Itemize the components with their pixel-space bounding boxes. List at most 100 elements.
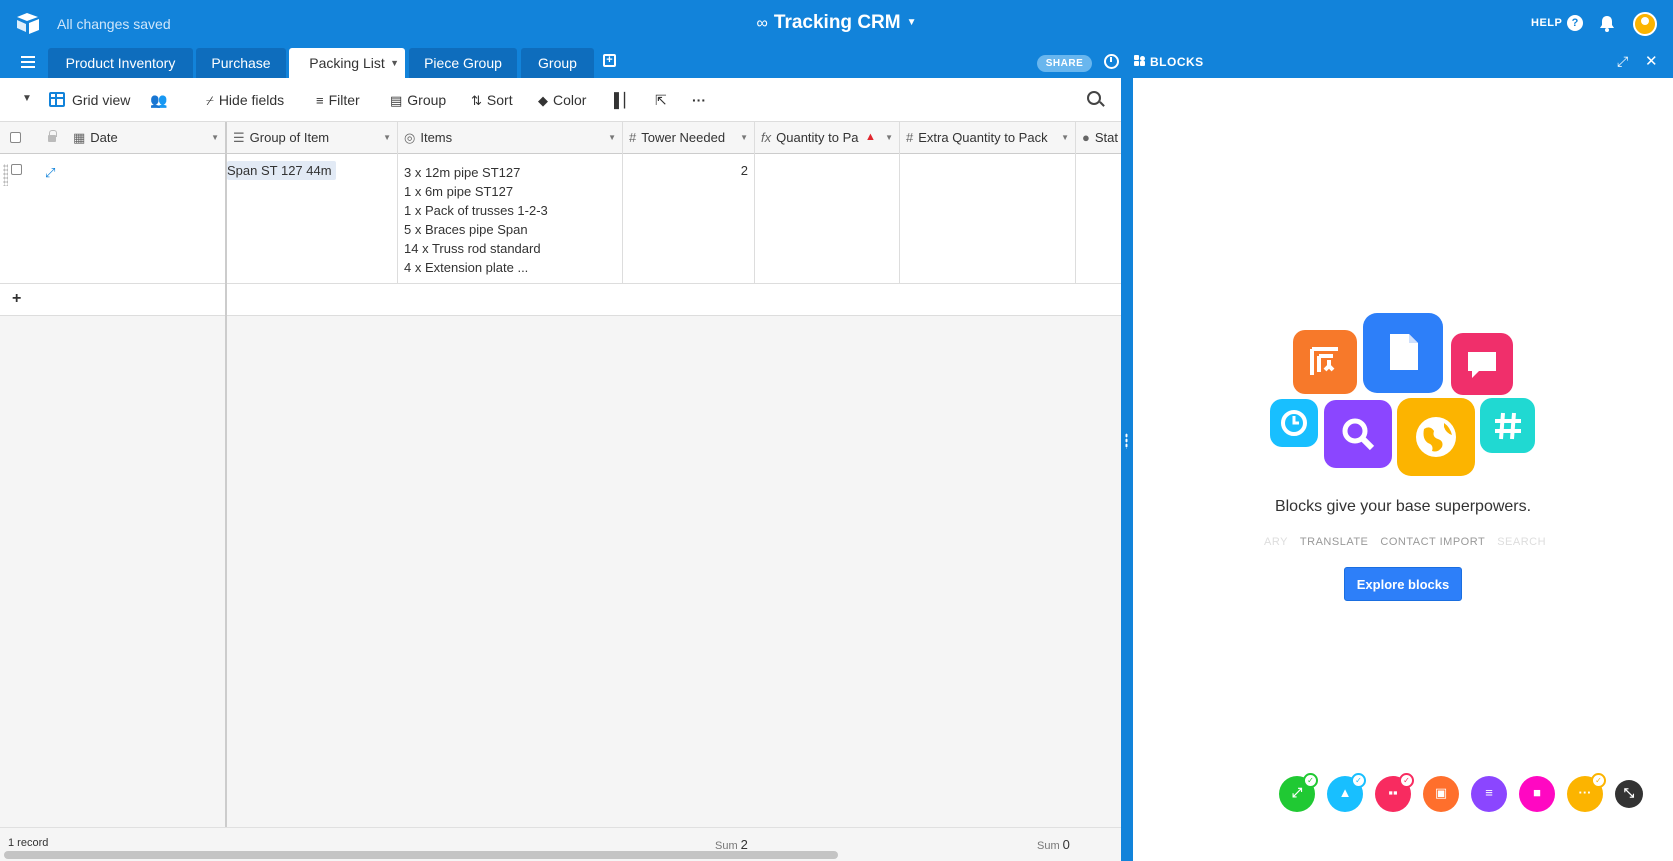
- avatar[interactable]: [1633, 12, 1657, 36]
- hide-fields-button[interactable]: ⌿ Hide fields: [206, 92, 284, 109]
- check-badge-icon: ✓: [1591, 773, 1606, 788]
- items-list: 3 x 12m pipe ST127 1 x 6m pipe ST127 1 x…: [404, 163, 548, 277]
- view-toolbar: ▼ Grid view 👥 ⌿ Hide fields ≡ Filter ▤ Grou…: [0, 78, 1121, 122]
- group-icon: ▤: [390, 93, 403, 108]
- chevron-down-icon[interactable]: ▼: [383, 122, 391, 153]
- add-record-row[interactable]: +: [0, 284, 1121, 316]
- select-all-checkbox[interactable]: [10, 132, 21, 143]
- column-header-extra-quantity[interactable]: # Extra Quantity to Pack ▼: [900, 122, 1076, 154]
- chevron-down-icon[interactable]: ▼: [740, 122, 748, 153]
- column-header-tower-needed[interactable]: # Tower Needed ▼: [623, 122, 755, 154]
- cell-status[interactable]: [1076, 154, 1121, 284]
- chat-icon: [1451, 333, 1513, 395]
- table-row[interactable]: ⤢ Span ST 127 44m 3 x 12m pipe ST127 1 x…: [0, 154, 1121, 284]
- help-button[interactable]: HELP: [1531, 17, 1562, 29]
- search-icon[interactable]: [1087, 91, 1101, 105]
- column-header-date[interactable]: ▦ Date ▼: [67, 122, 225, 154]
- chat-icon: ■: [1533, 785, 1541, 800]
- share-button[interactable]: SHARE: [1037, 55, 1092, 72]
- dock-magenta[interactable]: ■: [1519, 776, 1555, 812]
- collaborators-icon[interactable]: 👥: [150, 92, 167, 109]
- bell-icon[interactable]: [1599, 15, 1615, 32]
- group-button[interactable]: ▤ Group: [390, 92, 446, 109]
- help-icon[interactable]: ?: [1567, 15, 1583, 31]
- cell-date[interactable]: [67, 154, 225, 284]
- number-icon: #: [906, 130, 914, 145]
- expand-icon[interactable]: ⤢: [1617, 53, 1628, 70]
- tab-purchase[interactable]: Purchase: [196, 48, 286, 78]
- tab-product-inventory[interactable]: Product Inventory: [48, 48, 193, 78]
- dock-green[interactable]: ⤢ ✓: [1279, 773, 1318, 812]
- dock-orange[interactable]: ▣: [1423, 776, 1459, 812]
- airtable-logo-icon[interactable]: [16, 12, 40, 34]
- menu-icon[interactable]: [21, 56, 35, 68]
- cell-quantity-to-pack[interactable]: [755, 154, 900, 284]
- filter-button[interactable]: ≡ Filter: [316, 92, 360, 108]
- column-header-status[interactable]: ● Stat: [1076, 122, 1121, 154]
- cell-extra-quantity[interactable]: [900, 154, 1076, 284]
- chevron-down-icon: ▼: [906, 17, 917, 29]
- blocks-toggle[interactable]: BLOCKS: [1134, 55, 1204, 69]
- view-switcher[interactable]: Grid view: [49, 92, 130, 108]
- chevron-down-icon[interactable]: ▼: [390, 48, 399, 78]
- cell-items[interactable]: 3 x 12m pipe ST127 1 x 6m pipe ST127 1 x…: [398, 154, 623, 284]
- blocks-panel: Blocks give your base superpowers. ARY TR…: [1133, 78, 1673, 861]
- column-header-group-of-item[interactable]: ☰ Group of Item ▼: [227, 122, 398, 154]
- tab-group[interactable]: Group: [521, 48, 594, 78]
- history-icon[interactable]: [1104, 54, 1119, 69]
- expand-record-icon[interactable]: ⤢: [45, 165, 55, 181]
- explore-blocks-button[interactable]: Explore blocks: [1344, 567, 1462, 601]
- chevron-down-icon[interactable]: ▼: [1061, 122, 1069, 153]
- top-header: All changes saved ∞ Tracking CRM ▼ HELP ?: [0, 0, 1673, 47]
- sort-button[interactable]: ⇅ Sort: [471, 92, 513, 109]
- cell-tower-needed[interactable]: 2: [623, 154, 755, 284]
- globe-icon: [1397, 398, 1475, 476]
- dock-cyan[interactable]: ▲ ✓: [1327, 773, 1366, 812]
- linked-record-chip[interactable]: Span ST 127 44m: [227, 161, 336, 180]
- cell-group-of-item[interactable]: Span ST 127 44m: [227, 154, 398, 284]
- chevron-down-icon[interactable]: ▼: [885, 122, 893, 153]
- drag-handle[interactable]: [3, 164, 8, 186]
- tower-needed-value: 2: [740, 163, 748, 178]
- list-item: 4 x Extension plate ...: [404, 260, 529, 275]
- panel-resize-handle[interactable]: [1121, 78, 1133, 861]
- list-item: 1 x Pack of trusses 1-2-3: [404, 203, 548, 218]
- lookup-icon: ◎: [404, 130, 416, 145]
- group-label: Group: [407, 92, 447, 108]
- row-checkbox[interactable]: [11, 164, 22, 175]
- dock-pink[interactable]: ▪▪ ✓: [1375, 773, 1414, 812]
- add-table-icon[interactable]: +: [603, 54, 616, 67]
- horizontal-scrollbar[interactable]: [4, 851, 838, 859]
- hide-fields-label: Hide fields: [218, 92, 285, 108]
- list-item: 3 x 12m pipe ST127: [404, 165, 521, 180]
- tab-piece-group[interactable]: Piece Group: [409, 48, 517, 78]
- close-icon[interactable]: ✕: [1645, 52, 1658, 70]
- warning-icon: ▲: [865, 131, 876, 143]
- tab-packing-list[interactable]: Packing List ▼: [289, 48, 405, 78]
- check-badge-icon: ✓: [1303, 773, 1318, 788]
- tower-needed-summary[interactable]: Sum 2: [715, 837, 748, 852]
- column-label: Extra Quantity to Pack: [918, 130, 1048, 145]
- check-badge-icon: ✓: [1351, 773, 1366, 788]
- extra-quantity-summary[interactable]: Sum 0: [1037, 837, 1070, 852]
- dock-yellow[interactable]: ··· ✓: [1567, 773, 1606, 812]
- row-height-icon[interactable]: ▌▏: [614, 92, 635, 109]
- base-title-button[interactable]: ∞ Tracking CRM ▼: [756, 12, 916, 33]
- more-options-icon[interactable]: ···: [692, 92, 706, 108]
- plus-icon[interactable]: +: [12, 290, 21, 308]
- views-sidebar-toggle-icon[interactable]: ▼: [22, 93, 32, 104]
- column-label: Group of Item: [249, 130, 330, 145]
- column-header-items[interactable]: ◎ Items ▼: [398, 122, 623, 154]
- dock-purple[interactable]: ≡: [1471, 776, 1507, 812]
- chevron-down-icon[interactable]: ▼: [211, 122, 219, 153]
- drag-dots-icon: [1125, 433, 1128, 449]
- share-view-icon[interactable]: ⇱: [655, 92, 667, 109]
- grid-area: ▼ Grid view 👥 ⌿ Hide fields ≡ Filter ▤ Grou…: [0, 78, 1121, 861]
- column-header-quantity-to-pack[interactable]: fx Quantity to Pa ▲ ▼: [755, 122, 900, 154]
- chevron-down-icon[interactable]: ▼: [608, 122, 616, 153]
- dock-dark[interactable]: ⤡: [1615, 780, 1643, 808]
- sort-icon: ⇅: [471, 93, 482, 108]
- column-label: Items: [420, 130, 453, 145]
- column-label: Tower Needed: [641, 130, 726, 145]
- color-button[interactable]: ◆ Color: [538, 92, 586, 109]
